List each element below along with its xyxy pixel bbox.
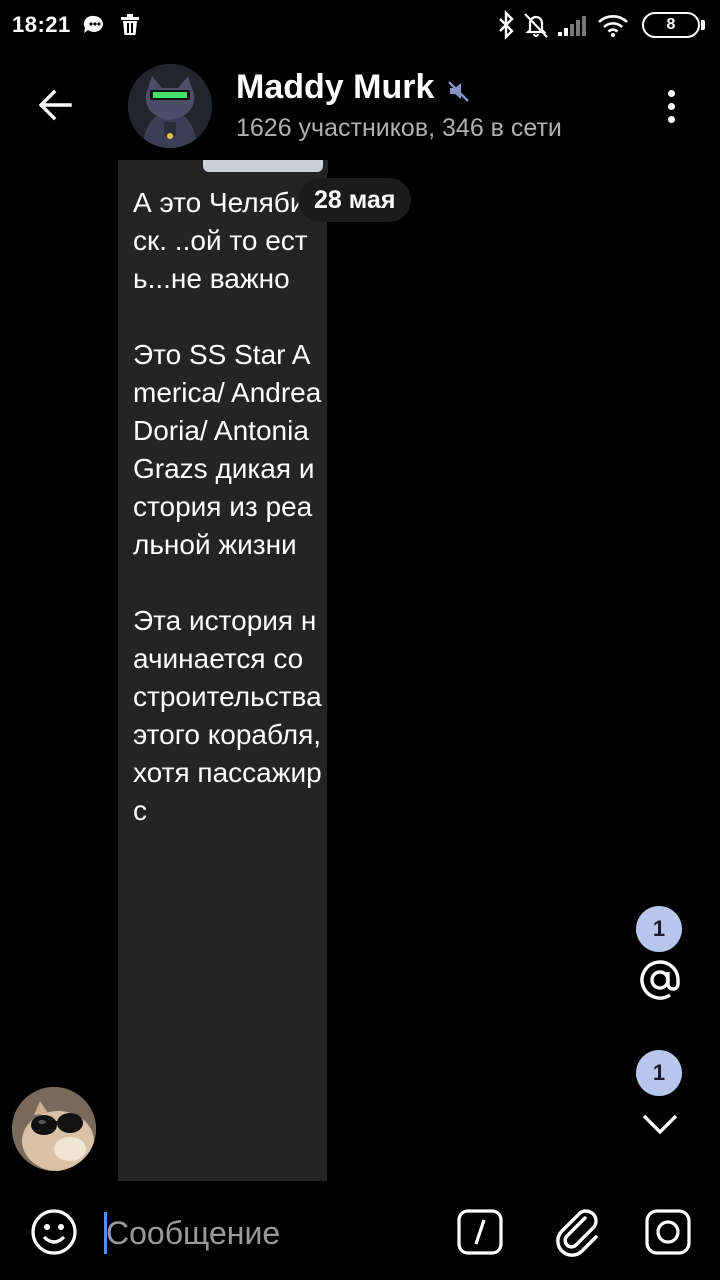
message-bubble[interactable]: А это Челябинск. ..ой то есть...не важно… xyxy=(118,172,327,1181)
battery-nub xyxy=(701,20,705,30)
unread-count-badge[interactable]: 1 xyxy=(636,1050,682,1096)
bot-commands-icon[interactable] xyxy=(456,1208,504,1256)
message-text: А это Челябинск. ..ой то есть...не важно… xyxy=(133,187,322,826)
delete-icon xyxy=(121,14,139,35)
menu-dot-icon xyxy=(668,103,675,110)
date-label: 28 мая xyxy=(298,178,412,222)
message-image-edge[interactable] xyxy=(203,160,323,172)
back-arrow-icon[interactable] xyxy=(30,80,80,130)
emoji-icon[interactable] xyxy=(28,1206,80,1258)
status-time: 18:21 xyxy=(12,12,71,37)
battery-icon: 8 xyxy=(642,12,700,38)
wifi-icon xyxy=(598,15,628,37)
attach-paperclip-icon[interactable] xyxy=(552,1204,602,1258)
group-avatar-image xyxy=(128,64,212,148)
scroll-down-chevron-icon[interactable] xyxy=(636,1100,684,1148)
menu-dot-icon xyxy=(668,116,675,123)
mention-at-icon[interactable] xyxy=(632,952,688,1008)
chat-notification-icon xyxy=(83,15,103,33)
alarm-off-icon xyxy=(524,13,548,38)
chat-avatar[interactable] xyxy=(128,64,212,148)
signal-icon xyxy=(558,16,586,36)
chat-member-count: 1626 участников, 346 в сети xyxy=(236,114,562,142)
menu-dot-icon xyxy=(668,90,675,97)
chat-title[interactable]: Maddy Murk xyxy=(236,68,434,107)
battery-level: 8 xyxy=(666,16,676,33)
status-bar: 18:21 8 xyxy=(0,0,720,52)
sender-avatar[interactable] xyxy=(12,1087,96,1171)
message-input-placeholder: Сообщение xyxy=(106,1215,281,1251)
message-input[interactable]: Сообщение xyxy=(104,1208,434,1256)
chat-header: Maddy Murk 1626 участников, 346 в сети xyxy=(0,56,720,156)
camera-icon[interactable] xyxy=(644,1208,692,1256)
muted-icon xyxy=(448,81,469,102)
message-input-bar: Сообщение xyxy=(0,1186,720,1280)
more-options-button[interactable] xyxy=(652,84,692,128)
cat-sunglasses-avatar-image xyxy=(12,1087,96,1171)
bluetooth-icon xyxy=(499,10,514,40)
mentions-count-badge[interactable]: 1 xyxy=(636,906,682,952)
